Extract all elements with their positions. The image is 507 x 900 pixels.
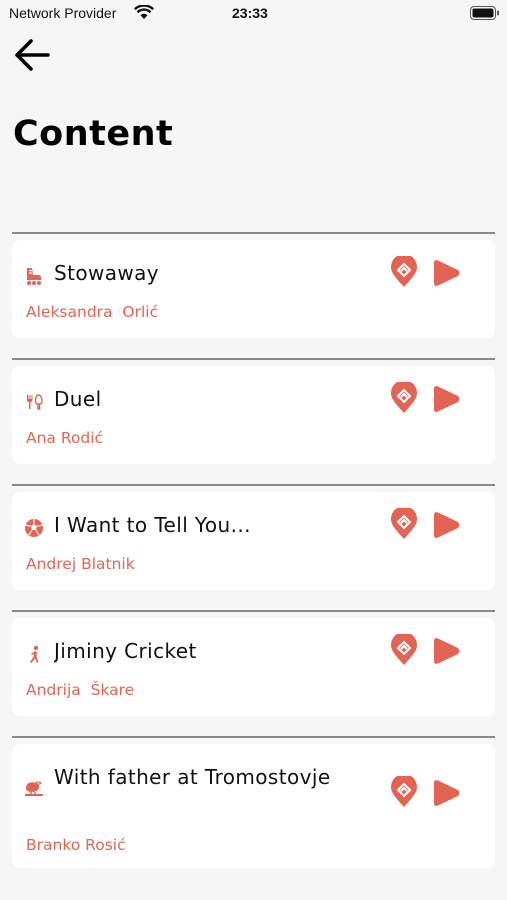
item-title: Stowaway	[54, 261, 160, 285]
map-pin-icon[interactable]	[390, 508, 418, 540]
person-icon	[30, 645, 39, 663]
page-title: Content	[13, 114, 174, 154]
map-pin-icon[interactable]	[390, 256, 418, 288]
back-arrow-icon[interactable]	[12, 38, 52, 72]
item-author: Andrija Škare	[26, 681, 135, 699]
map-pin-icon[interactable]	[390, 776, 418, 808]
status-bar: Network Provider 23:33	[0, 0, 507, 28]
item-title: With father at Tromostovje	[54, 765, 331, 789]
play-icon[interactable]	[431, 259, 461, 287]
list-item[interactable]: With father at Tromostovje Branko Rosić	[12, 744, 495, 868]
play-icon[interactable]	[431, 511, 461, 539]
content-list: Stowaway Aleksandra Orlić Duel Ana Rodić	[12, 232, 495, 888]
list-item[interactable]: Duel Ana Rodić	[12, 366, 495, 464]
item-title: Jiminy Cricket	[54, 639, 197, 663]
item-title: Duel	[54, 387, 102, 411]
soccer-ball-icon	[25, 519, 43, 537]
battery-icon	[470, 6, 499, 20]
rollerblade-icon	[27, 268, 41, 285]
item-title: I Want to Tell You...	[54, 513, 251, 537]
map-pin-icon[interactable]	[390, 382, 418, 414]
list-item[interactable]: Jiminy Cricket Andrija Škare	[12, 618, 495, 716]
clock-label: 23:33	[232, 5, 268, 21]
fork-knife-icon	[27, 394, 43, 410]
carrier-label: Network Provider	[9, 5, 117, 21]
list-item[interactable]: I Want to Tell You... Andrej Blatnik	[12, 492, 495, 590]
item-author: Ana Rodić	[26, 429, 104, 447]
play-icon[interactable]	[431, 779, 461, 807]
play-icon[interactable]	[431, 385, 461, 413]
map-pin-icon[interactable]	[390, 634, 418, 666]
wifi-icon	[134, 5, 154, 19]
item-author: Branko Rosić	[26, 836, 126, 854]
play-icon[interactable]	[431, 637, 461, 665]
bird-icon	[25, 781, 43, 796]
item-author: Andrej Blatnik	[26, 555, 135, 573]
item-author: Aleksandra Orlić	[26, 303, 159, 321]
list-item[interactable]: Stowaway Aleksandra Orlić	[12, 240, 495, 338]
